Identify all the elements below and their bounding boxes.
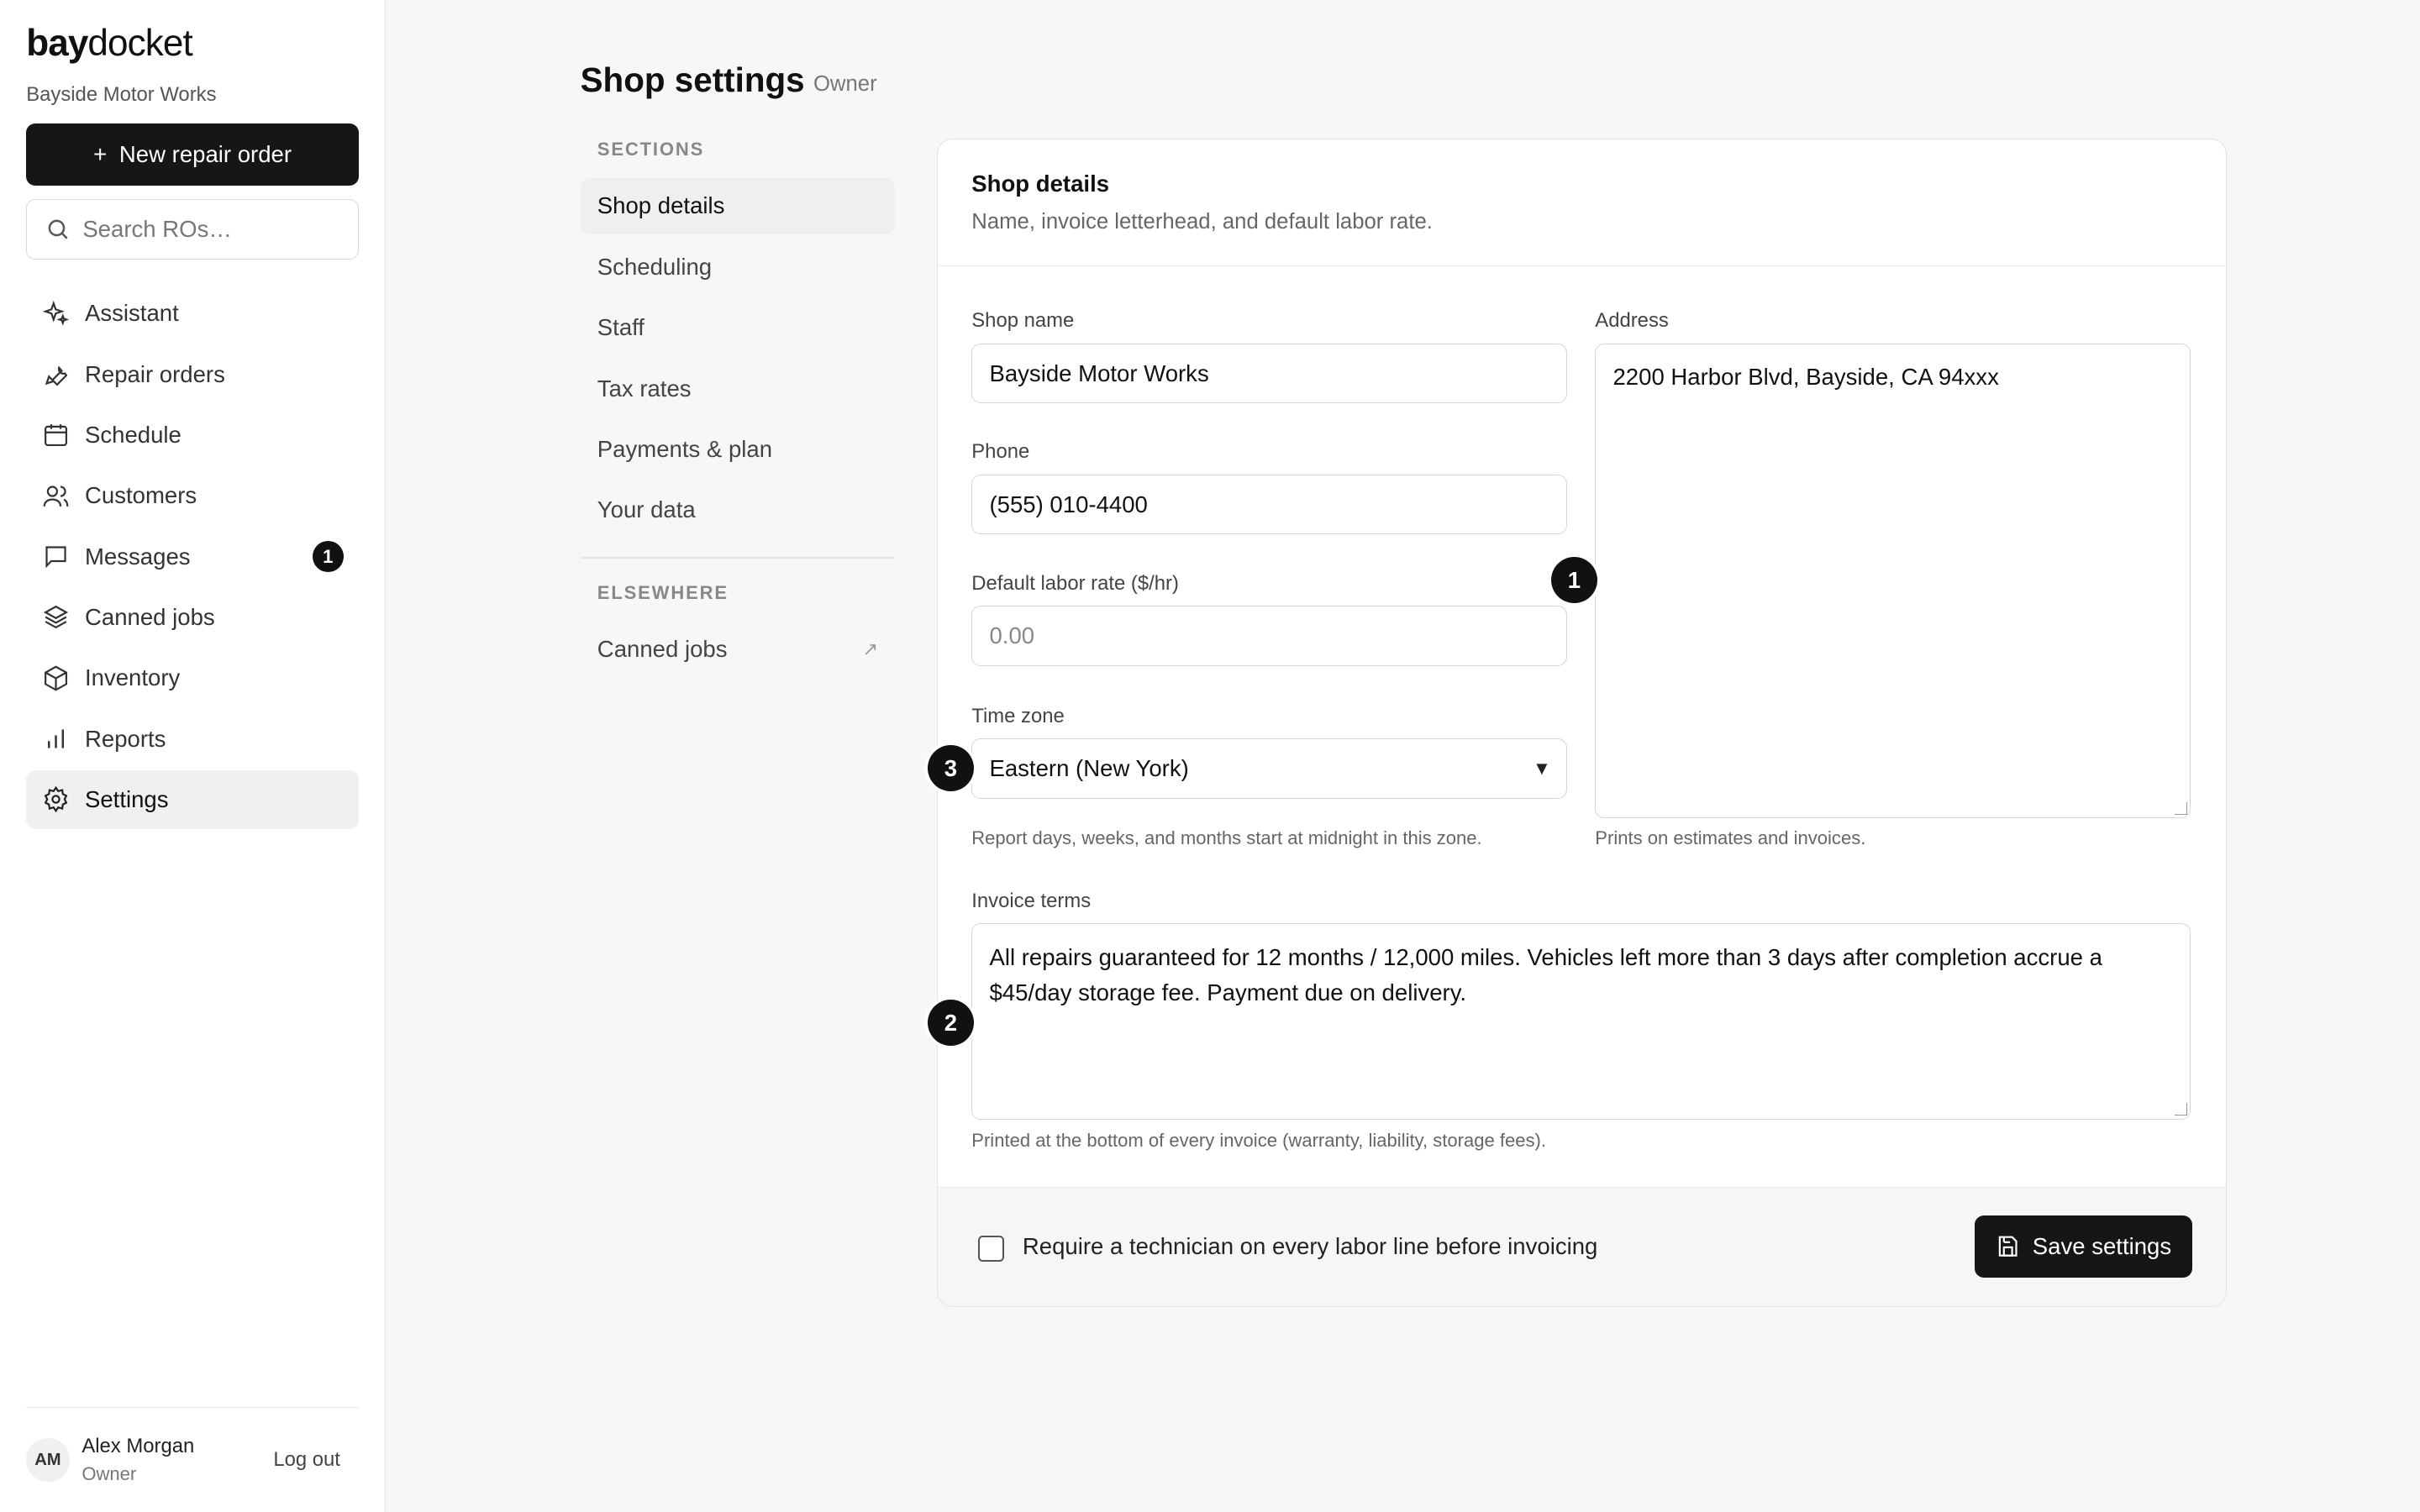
invoice-terms-label: Invoice terms bbox=[971, 889, 1092, 912]
calendar-icon bbox=[44, 424, 67, 447]
chevron-down-icon: ▼ bbox=[1533, 757, 1551, 779]
search-placeholder: Search ROs… bbox=[82, 216, 232, 243]
phone-label: Phone bbox=[971, 440, 1030, 464]
sidebar-item-label: Customers bbox=[84, 482, 197, 509]
shop-name-subtitle: Bayside Motor Works bbox=[26, 83, 217, 107]
sidebar-item-settings[interactable]: Settings bbox=[26, 770, 359, 829]
time-zone-value: Eastern (New York) bbox=[989, 754, 1189, 781]
resize-handle[interactable] bbox=[2174, 1103, 2187, 1116]
labor-rate-label: Default labor rate ($/hr) bbox=[971, 571, 1179, 595]
time-zone-label: Time zone bbox=[971, 704, 1065, 727]
search-icon bbox=[48, 220, 68, 240]
new-repair-order-button[interactable]: + New repair order bbox=[26, 123, 359, 186]
sidebar-item-canned-jobs[interactable]: Canned jobs bbox=[26, 588, 359, 647]
card-description: Name, invoice letterhead, and default la… bbox=[971, 209, 1433, 234]
require-technician-label[interactable]: Require a technician on every labor line… bbox=[1023, 1233, 1598, 1260]
address-hint: Prints on estimates and invoices. bbox=[1595, 827, 1866, 849]
time-zone-hint: Report days, weeks, and months start at … bbox=[971, 827, 1482, 849]
sidebar-item-label: Repair orders bbox=[84, 360, 225, 387]
users-icon bbox=[43, 486, 68, 507]
sidebar-item-label: Inventory bbox=[84, 664, 181, 691]
save-settings-label: Save settings bbox=[2032, 1233, 2172, 1260]
annotation-marker-2: 2 bbox=[927, 1000, 974, 1047]
bar-chart-icon bbox=[47, 729, 64, 748]
card-title: Shop details bbox=[971, 171, 1110, 197]
elsewhere-canned-jobs-link[interactable]: Canned jobs ↗ bbox=[581, 621, 896, 678]
section-payments-plan[interactable]: Payments & plan bbox=[581, 421, 896, 478]
logout-button[interactable]: Log out bbox=[273, 1448, 340, 1472]
sidebar-nav: Assistant Repair orders Schedule Custome… bbox=[26, 284, 359, 829]
sidebar-item-label: Schedule bbox=[84, 421, 182, 448]
sparkle-icon bbox=[42, 300, 69, 326]
sidebar-item-label: Messages bbox=[84, 543, 191, 570]
elsewhere-heading: ELSEWHERE bbox=[597, 581, 729, 603]
sidebar-item-label: Assistant bbox=[84, 300, 179, 327]
sidebar-item-schedule[interactable]: Schedule bbox=[26, 406, 359, 465]
box-icon bbox=[44, 665, 67, 691]
invoice-terms-hint: Printed at the bottom of every invoice (… bbox=[971, 1130, 1546, 1152]
settings-section-nav: SECTIONS Shop details Scheduling Staff T… bbox=[580, 139, 896, 681]
sidebar: baydocket Bayside Motor Works + New repa… bbox=[0, 0, 387, 1512]
message-icon bbox=[45, 546, 66, 569]
annotation-marker-1: 1 bbox=[1550, 557, 1597, 604]
labor-rate-field[interactable]: 0.00 bbox=[971, 605, 1568, 666]
user-profile: AM Alex Morgan Owner Log out bbox=[26, 1407, 359, 1512]
shop-details-card: Shop details Name, invoice letterhead, a… bbox=[936, 139, 2228, 1307]
save-settings-button[interactable]: Save settings bbox=[1974, 1215, 2192, 1278]
user-role: Owner bbox=[82, 1462, 137, 1484]
wrench-icon bbox=[45, 365, 67, 386]
address-label: Address bbox=[1595, 309, 1669, 333]
invoice-terms-field[interactable]: All repairs guaranteed for 12 months / 1… bbox=[971, 923, 2191, 1120]
address-value: 2200 Harbor Blvd, Bayside, CA 94xxx bbox=[1612, 364, 1999, 391]
sidebar-item-assistant[interactable]: Assistant bbox=[26, 284, 359, 343]
section-staff[interactable]: Staff bbox=[581, 299, 896, 356]
messages-count-badge: 1 bbox=[312, 541, 344, 572]
page-title: Shop settings bbox=[580, 60, 805, 99]
section-tax-rates[interactable]: Tax rates bbox=[581, 360, 896, 417]
main-content: Shop settings Owner SECTIONS Shop detail… bbox=[386, 0, 2420, 1512]
shop-name-field[interactable]: Bayside Motor Works bbox=[971, 343, 1568, 404]
avatar: AM bbox=[26, 1438, 70, 1482]
shop-name-label: Shop name bbox=[971, 309, 1075, 333]
invoice-terms-value: All repairs guaranteed for 12 months / 1… bbox=[989, 943, 2102, 1005]
resize-handle[interactable] bbox=[2174, 802, 2187, 815]
elsewhere-link-label: Canned jobs bbox=[597, 635, 728, 662]
section-shop-details[interactable]: Shop details bbox=[580, 177, 896, 235]
new-repair-order-label: New repair order bbox=[118, 141, 292, 168]
page-role-badge: Owner bbox=[813, 72, 877, 97]
user-meta: Alex Morgan Owner bbox=[82, 1435, 194, 1485]
sidebar-item-inventory[interactable]: Inventory bbox=[26, 648, 359, 707]
layers-icon bbox=[43, 606, 68, 629]
annotation-marker-3: 3 bbox=[927, 745, 974, 792]
sidebar-item-label: Canned jobs bbox=[84, 603, 215, 630]
plus-icon: + bbox=[93, 141, 108, 168]
address-field[interactable]: 2200 Harbor Blvd, Bayside, CA 94xxx bbox=[1595, 343, 2191, 819]
brand-logo[interactable]: baydocket bbox=[26, 22, 359, 65]
search-input[interactable]: Search ROs… bbox=[26, 199, 359, 260]
external-link-icon: ↗ bbox=[862, 638, 879, 659]
require-technician-checkbox[interactable] bbox=[977, 1236, 1004, 1263]
card-header: Shop details Name, invoice letterhead, a… bbox=[937, 139, 2227, 266]
sidebar-item-reports[interactable]: Reports bbox=[26, 710, 359, 769]
sidebar-item-messages[interactable]: Messages 1 bbox=[26, 528, 359, 586]
sidebar-item-label: Settings bbox=[84, 785, 169, 812]
phone-field[interactable]: (555) 010-4400 bbox=[971, 474, 1568, 535]
sections-heading: SECTIONS bbox=[597, 139, 705, 160]
sidebar-item-label: Reports bbox=[84, 725, 166, 752]
save-icon bbox=[1998, 1236, 2018, 1257]
sidebar-item-repair-orders[interactable]: Repair orders bbox=[26, 345, 359, 404]
section-scheduling[interactable]: Scheduling bbox=[581, 239, 896, 296]
app-root: baydocket Bayside Motor Works + New repa… bbox=[0, 0, 2420, 1512]
user-name: Alex Morgan bbox=[82, 1435, 195, 1458]
sidebar-item-customers[interactable]: Customers bbox=[26, 466, 359, 525]
time-zone-select[interactable]: Eastern (New York) ▼ bbox=[971, 738, 1568, 799]
card-footer: Require a technician on every labor line… bbox=[937, 1187, 2227, 1306]
gear-icon bbox=[44, 786, 67, 813]
section-your-data[interactable]: Your data bbox=[581, 481, 896, 538]
section-divider bbox=[580, 557, 896, 559]
